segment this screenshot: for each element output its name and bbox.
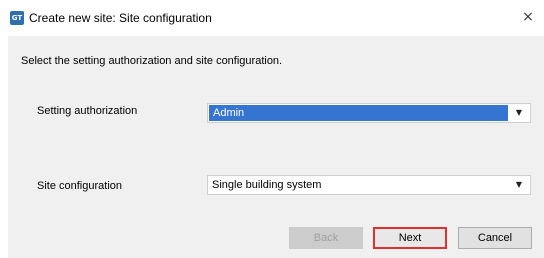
back-button[interactable]: Back [289, 227, 363, 249]
site-configuration-dropdown[interactable]: Single building system ▼ [207, 175, 531, 195]
cancel-button[interactable]: Cancel [458, 227, 532, 249]
setting-authorization-dropdown[interactable]: Admin ▼ [207, 103, 531, 123]
dialog-body: Select the setting authorization and sit… [8, 36, 544, 258]
chevron-down-icon[interactable]: ▼ [512, 104, 526, 122]
window-title: Create new site: Site configuration [29, 11, 212, 25]
site-configuration-value: Single building system [212, 179, 322, 191]
app-icon: GT [10, 11, 24, 25]
setting-authorization-value: Admin [209, 105, 508, 121]
instruction-text: Select the setting authorization and sit… [21, 55, 283, 67]
close-icon[interactable]: × [516, 6, 540, 28]
setting-authorization-label: Setting authorization [37, 105, 138, 117]
title-bar: GT Create new site: Site configuration × [0, 0, 544, 36]
chevron-down-icon[interactable]: ▼ [512, 176, 526, 194]
site-configuration-label: Site configuration [37, 180, 122, 192]
dialog-window: GT Create new site: Site configuration ×… [0, 0, 544, 258]
next-button[interactable]: Next [373, 227, 447, 249]
